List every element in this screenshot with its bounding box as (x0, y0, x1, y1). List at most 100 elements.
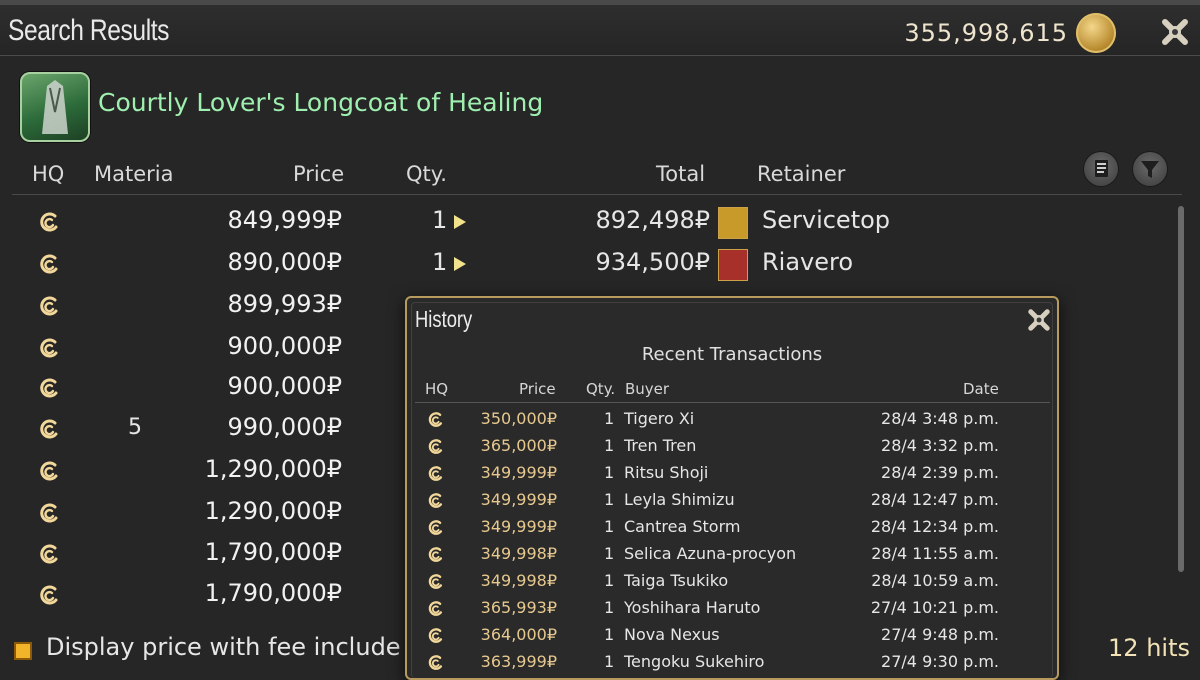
column-header-price[interactable]: Price (293, 162, 344, 186)
listing-price: 899,993₽ (227, 290, 342, 318)
listing-qty: 1 (432, 248, 448, 276)
history-buyer: Tengoku Sukehiro (624, 652, 765, 671)
history-row: 349,998₽ 1 Selica Azuna-procyon 28/4 11:55 … (407, 541, 1057, 568)
history-row: 363,999₽ 1 Tengoku Sukehiro 27/4 9:30 p.m. (407, 649, 1057, 676)
history-qty: 1 (604, 598, 615, 617)
hq-icon (428, 628, 443, 643)
hq-icon (40, 296, 58, 316)
title-bar: Search Results 355,998,615 (0, 5, 1200, 56)
filter-icon (1141, 161, 1159, 178)
listing-row[interactable]: 849,999₽ 1 892,498₽ Servicetop (0, 203, 1170, 245)
history-header-qty: Qty. (586, 380, 616, 398)
history-price: 365,993₽ (480, 598, 557, 617)
history-row: 364,000₽ 1 Nova Nexus 27/4 9:48 p.m. (407, 622, 1057, 649)
arrow-right-icon[interactable] (454, 257, 466, 271)
history-buyer: Selica Azuna-procyon (624, 544, 797, 563)
history-header-price: Price (519, 380, 556, 398)
item-name: Courtly Lover's Longcoat of Healing (98, 88, 544, 117)
history-date: 28/4 2:39 p.m. (881, 463, 999, 482)
listing-retainer: Servicetop (762, 206, 891, 234)
listing-price: 890,000₽ (227, 248, 342, 276)
hq-icon (428, 601, 443, 616)
history-date: 28/4 11:55 a.m. (871, 544, 999, 563)
history-price: 364,000₽ (480, 625, 557, 644)
hq-icon (40, 461, 58, 481)
column-header-qty[interactable]: Qty. (406, 162, 447, 186)
history-date: 28/4 12:34 p.m. (870, 517, 999, 536)
listing-row[interactable]: 890,000₽ 1 934,500₽ Riavero (0, 245, 1170, 287)
history-buyer: Nova Nexus (624, 625, 720, 644)
history-price: 349,999₽ (480, 463, 557, 482)
column-header-retainer[interactable]: Retainer (757, 162, 845, 186)
hq-icon (428, 439, 443, 454)
list-view-button[interactable] (1084, 152, 1118, 186)
history-header-hq: HQ (425, 380, 449, 398)
history-qty: 1 (604, 517, 615, 536)
history-subtitle: Recent Transactions (641, 344, 823, 365)
history-row: 349,999₽ 1 Leyla Shimizu 28/4 12:47 p.m. (407, 487, 1057, 514)
history-date: 27/4 10:21 p.m. (870, 598, 999, 617)
hq-icon (40, 378, 58, 398)
hq-icon (40, 419, 58, 439)
header-divider (12, 194, 1182, 195)
close-icon[interactable] (1025, 306, 1053, 334)
history-price: 349,999₽ (480, 517, 557, 536)
history-row: 365,993₽ 1 Yoshihara Haruto 27/4 10:21 p.m. (407, 595, 1057, 622)
retainer-icon (718, 249, 748, 281)
hq-icon (428, 520, 443, 535)
history-qty: 1 (604, 409, 615, 428)
hq-icon (40, 254, 58, 274)
scrollbar[interactable] (1178, 206, 1184, 572)
history-price: 363,999₽ (480, 652, 557, 671)
column-header-hq[interactable]: HQ (32, 162, 64, 186)
hq-icon (428, 574, 443, 589)
history-date: 28/4 3:32 p.m. (881, 436, 999, 455)
history-date: 28/4 3:48 p.m. (881, 409, 999, 428)
gil-coin-icon (1076, 13, 1116, 53)
history-row: 365,000₽ 1 Tren Tren 28/4 3:32 p.m. (407, 433, 1057, 460)
hq-icon (428, 466, 443, 481)
history-buyer: Leyla Shimizu (624, 490, 735, 509)
history-qty: 1 (604, 652, 615, 671)
listing-price: 990,000₽ (227, 413, 342, 441)
listing-price: 1,290,000₽ (204, 455, 342, 483)
listing-price: 900,000₽ (227, 372, 342, 400)
history-price: 349,999₽ (480, 490, 557, 509)
listing-price: 1,790,000₽ (204, 579, 342, 607)
history-row: 349,998₽ 1 Taiga Tsukiko 28/4 10:59 a.m. (407, 568, 1057, 595)
history-row: 350,000₽ 1 Tigero Xi 28/4 3:48 p.m. (407, 406, 1057, 433)
history-divider (415, 402, 1050, 403)
history-buyer: Ritsu Shoji (624, 463, 709, 482)
history-qty: 1 (604, 490, 615, 509)
history-buyer: Cantrea Storm (624, 517, 741, 536)
listing-price: 1,790,000₽ (204, 538, 342, 566)
display-fee-checkbox[interactable] (14, 642, 32, 660)
window-title: Search Results (8, 14, 170, 47)
close-icon[interactable] (1158, 15, 1192, 49)
list-view-icon (1095, 160, 1108, 177)
hq-icon (428, 412, 443, 427)
history-price: 349,998₽ (480, 571, 557, 590)
history-header-buyer: Buyer (625, 380, 670, 398)
history-qty: 1 (604, 625, 615, 644)
listing-total: 892,498₽ (595, 206, 710, 234)
listing-qty: 1 (432, 206, 448, 234)
display-fee-label[interactable]: Display price with fee include (46, 633, 401, 661)
history-date: 28/4 10:59 a.m. (871, 571, 999, 590)
history-row: 349,999₽ 1 Ritsu Shoji 28/4 2:39 p.m. (407, 460, 1057, 487)
filter-button[interactable] (1133, 152, 1167, 186)
hq-icon (40, 585, 58, 605)
column-header-materia[interactable]: Materia (94, 162, 173, 186)
hq-icon (40, 503, 58, 523)
item-icon[interactable] (20, 72, 90, 142)
listing-total: 934,500₽ (595, 248, 710, 276)
history-title: History (415, 306, 473, 332)
arrow-right-icon[interactable] (454, 215, 466, 229)
history-date: 27/4 9:30 p.m. (881, 652, 999, 671)
history-qty: 1 (604, 571, 615, 590)
column-header-total[interactable]: Total (656, 162, 705, 186)
history-qty: 1 (604, 544, 615, 563)
materia-count: 5 (128, 415, 142, 440)
listing-retainer: Riavero (762, 248, 854, 276)
hq-icon (428, 547, 443, 562)
